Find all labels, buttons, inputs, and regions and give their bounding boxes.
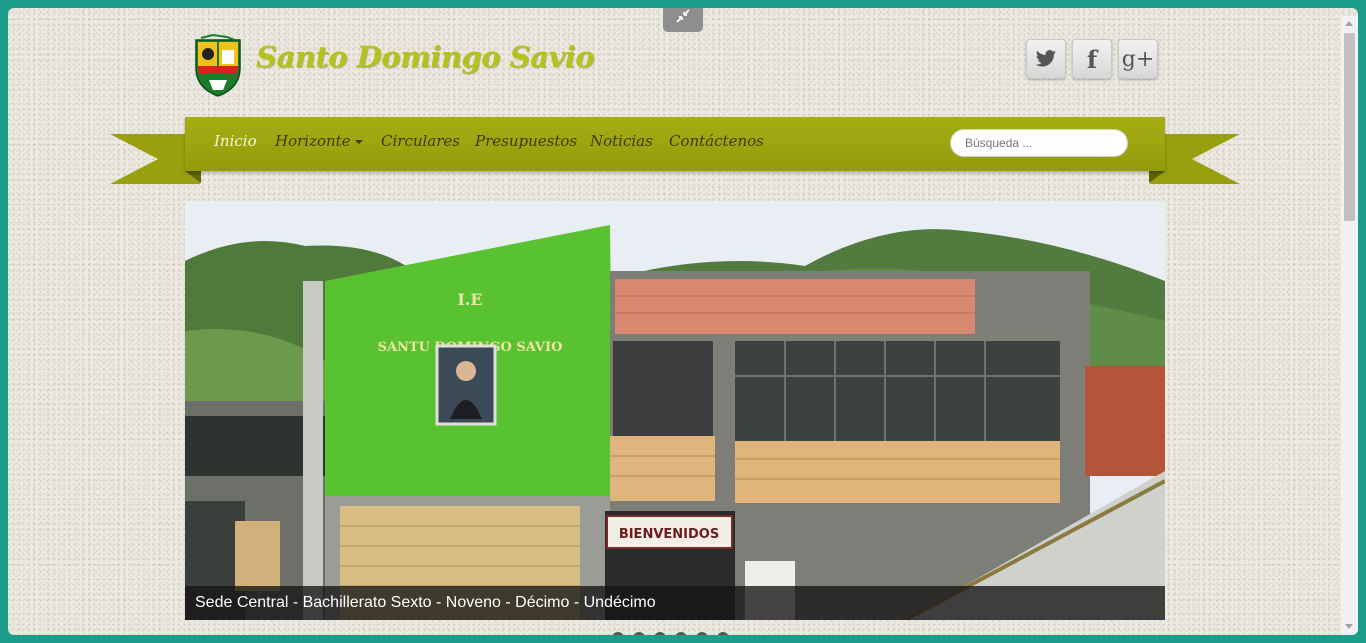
ribbon-fold-left — [185, 171, 201, 183]
nav-item-horizonte[interactable]: Horizonte — [275, 132, 363, 150]
slider-dot[interactable] — [654, 632, 666, 635]
slider-pagination — [612, 632, 729, 635]
vertical-scrollbar[interactable] — [1341, 16, 1358, 635]
browser-viewport: Santo Domingo Savio f g+ Inicio Horizont… — [8, 8, 1358, 635]
building-sign-line1: I.E — [457, 290, 482, 309]
twitter-icon — [1035, 50, 1056, 67]
school-building-photo: I.E SANTU DOMINGO SAVIO — [185, 201, 1165, 620]
nav-item-contactenos[interactable]: Contáctenos — [669, 132, 764, 150]
nav-item-label: Horizonte — [275, 132, 351, 150]
chevron-down-icon — [354, 140, 363, 144]
slider-dot[interactable] — [717, 632, 729, 635]
ribbon-fold-right — [1149, 171, 1165, 183]
twitter-button[interactable] — [1026, 39, 1066, 79]
image-slider[interactable]: I.E SANTU DOMINGO SAVIO — [185, 201, 1165, 620]
search-input[interactable] — [950, 129, 1128, 157]
welcome-sign: BIENVENIDOS — [619, 527, 719, 542]
slider-dot[interactable] — [612, 632, 624, 635]
nav-item-presupuestos[interactable]: Presupuestos — [475, 132, 577, 150]
facebook-icon: f — [1086, 44, 1098, 74]
slider-dot[interactable] — [675, 632, 687, 635]
slide-caption: Sede Central - Bachillerato Sexto - Nove… — [185, 586, 1165, 620]
slider-dot[interactable] — [696, 632, 708, 635]
nav-item-noticias[interactable]: Noticias — [590, 132, 653, 150]
collapse-icon[interactable] — [663, 8, 703, 32]
nav-item-inicio[interactable]: Inicio — [214, 132, 257, 150]
facebook-button[interactable]: f — [1072, 39, 1112, 79]
google-plus-button[interactable]: g+ — [1118, 39, 1158, 79]
google-plus-icon: g+ — [1121, 46, 1155, 72]
nav-item-circulares[interactable]: Circulares — [381, 132, 460, 150]
slider-dot[interactable] — [633, 632, 645, 635]
scroll-down-icon[interactable] — [1345, 624, 1353, 629]
scroll-up-icon[interactable] — [1345, 21, 1353, 26]
school-crest-icon[interactable] — [193, 34, 243, 98]
scrollbar-thumb[interactable] — [1344, 33, 1355, 221]
site-title[interactable]: Santo Domingo Savio — [256, 40, 595, 74]
